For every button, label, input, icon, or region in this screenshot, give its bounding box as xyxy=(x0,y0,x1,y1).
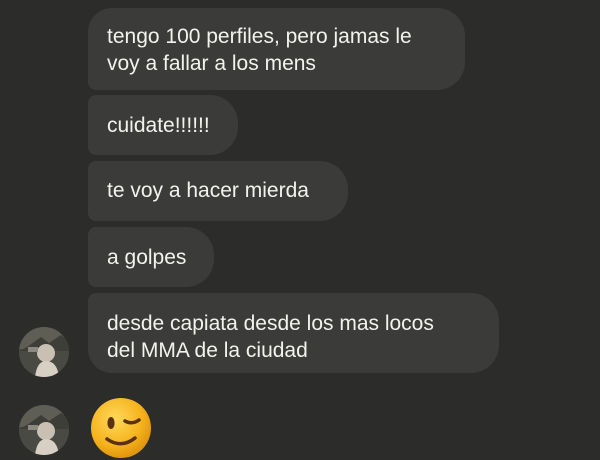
chat-thread: tengo 100 perfiles, pero jamas le voy a … xyxy=(0,0,600,458)
winking-face-emoji[interactable] xyxy=(89,396,153,460)
sender-avatar[interactable] xyxy=(19,327,69,377)
sender-avatar[interactable] xyxy=(19,405,69,455)
message-bubble[interactable]: tengo 100 perfiles, pero jamas le voy a … xyxy=(88,8,465,90)
message-bubble[interactable]: te voy a hacer mierda xyxy=(88,161,348,221)
message-bubble[interactable]: cuidate!!!!!! xyxy=(88,95,238,155)
message-bubble[interactable]: a golpes xyxy=(88,227,214,287)
message-bubble[interactable]: desde capiata desde los mas locos del MM… xyxy=(88,293,499,373)
avatar-image xyxy=(19,405,69,455)
avatar-image xyxy=(19,327,69,377)
